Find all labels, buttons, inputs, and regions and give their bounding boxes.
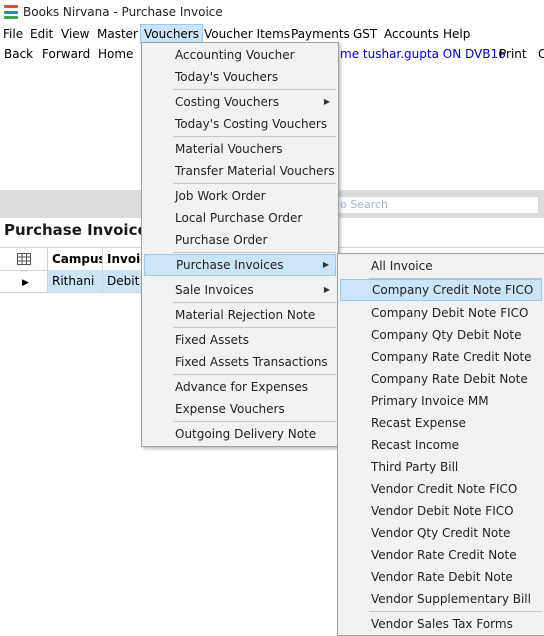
menu-item-material-vouchers[interactable]: Material Vouchers [144, 138, 336, 160]
menu-item-label: Purchase Invoices [176, 258, 284, 272]
cut-button[interactable]: C [538, 44, 544, 64]
menu-item-transfer-material-vouchers[interactable]: Transfer Material Vouchers [144, 160, 336, 182]
menu-separator [173, 302, 336, 303]
menu-item-company-debit-note-fico[interactable]: Company Debit Note FICO [340, 302, 542, 324]
menu-item-third-party-bill[interactable]: Third Party Bill [340, 456, 542, 478]
app-logo-icon [4, 5, 18, 19]
menu-vouchers[interactable]: Vouchers [140, 24, 203, 44]
menu-item-company-credit-note-fico[interactable]: Company Credit Note FICO [340, 279, 542, 301]
row-indicator-icon: ▶ [0, 270, 48, 292]
cell-invoice[interactable]: Debit N [103, 270, 143, 292]
menu-item-vendor-qty-credit-note[interactable]: Vendor Qty Credit Note [340, 522, 542, 544]
home-button[interactable]: Home [98, 44, 133, 64]
submenu-arrow-icon: ▶ [323, 97, 330, 106]
menu-file[interactable]: File [0, 24, 26, 44]
menu-item-advance-for-expenses[interactable]: Advance for Expenses [144, 376, 336, 398]
menu-item-expense-vouchers[interactable]: Expense Vouchers [144, 398, 336, 420]
menu-bar: File Edit View Master Vouchers Voucher I… [0, 24, 544, 44]
welcome-user-link[interactable]: me tushar.gupta ON DVB16 [340, 44, 506, 64]
menu-item-label: Costing Vouchers [175, 95, 280, 109]
column-header-campus[interactable]: Campus [48, 248, 103, 270]
menu-separator [173, 374, 336, 375]
menu-separator [173, 421, 336, 422]
purchase-invoices-submenu: All Invoice Company Credit Note FICO Com… [337, 253, 544, 636]
forward-button[interactable]: Forward [42, 44, 90, 64]
menu-item-costing-vouchers[interactable]: Costing Vouchers ▶ [144, 91, 336, 113]
column-header-invoice[interactable]: Invoic [103, 248, 143, 270]
search-input[interactable]: o Search [337, 196, 539, 214]
menu-item-company-rate-credit-note[interactable]: Company Rate Credit Note [340, 346, 542, 368]
menu-voucher-items[interactable]: Voucher Items [201, 24, 293, 44]
submenu-arrow-icon: ▶ [322, 260, 329, 269]
menu-item-vendor-credit-note-fico[interactable]: Vendor Credit Note FICO [340, 478, 542, 500]
menu-item-recast-income[interactable]: Recast Income [340, 434, 542, 456]
menu-item-fixed-assets[interactable]: Fixed Assets [144, 329, 336, 351]
menu-item-material-rejection-note[interactable]: Material Rejection Note [144, 304, 336, 326]
column-chooser-icon[interactable] [0, 248, 48, 270]
menu-item-vendor-debit-note-fico[interactable]: Vendor Debit Note FICO [340, 500, 542, 522]
page-title: Purchase Invoice [4, 221, 148, 239]
window-title: Books Nirvana - Purchase Invoice [23, 5, 223, 19]
menu-separator [173, 327, 336, 328]
cell-campus[interactable]: Rithani [48, 270, 103, 292]
menu-gst[interactable]: GST [350, 24, 380, 44]
menu-separator [369, 611, 542, 612]
menu-item-recast-expense[interactable]: Recast Expense [340, 412, 542, 434]
vouchers-menu: Accounting Voucher Today's Vouchers Cost… [141, 42, 339, 447]
menu-edit[interactable]: Edit [27, 24, 56, 44]
menu-item-company-rate-debit-note[interactable]: Company Rate Debit Note [340, 368, 542, 390]
menu-accounts[interactable]: Accounts [381, 24, 442, 44]
menu-help[interactable]: Help [440, 24, 473, 44]
search-placeholder: o Search [340, 198, 389, 211]
menu-item-local-purchase-order[interactable]: Local Purchase Order [144, 207, 336, 229]
menu-item-purchase-invoices[interactable]: Purchase Invoices ▶ [144, 254, 336, 276]
menu-separator [173, 252, 336, 253]
back-button[interactable]: Back [4, 44, 33, 64]
menu-separator [173, 89, 336, 90]
menu-item-vendor-sales-tax-forms[interactable]: Vendor Sales Tax Forms [340, 613, 542, 635]
print-button[interactable]: Print [499, 44, 527, 64]
menu-master[interactable]: Master [94, 24, 141, 44]
menu-item-job-work-order[interactable]: Job Work Order [144, 185, 336, 207]
menu-item-company-qty-debit-note[interactable]: Company Qty Debit Note [340, 324, 542, 346]
menu-item-todays-costing-vouchers[interactable]: Today's Costing Vouchers [144, 113, 336, 135]
menu-separator [173, 136, 336, 137]
submenu-arrow-icon: ▶ [323, 285, 330, 294]
menu-item-purchase-order[interactable]: Purchase Order [144, 229, 336, 251]
menu-item-label: Sale Invoices [175, 283, 254, 297]
menu-item-vendor-rate-debit-note[interactable]: Vendor Rate Debit Note [340, 566, 542, 588]
menu-item-all-invoice[interactable]: All Invoice [340, 255, 542, 277]
menu-item-accounting-voucher[interactable]: Accounting Voucher [144, 44, 336, 66]
title-bar: Books Nirvana - Purchase Invoice [0, 0, 544, 24]
menu-item-vendor-rate-credit-note[interactable]: Vendor Rate Credit Note [340, 544, 542, 566]
menu-item-sale-invoices[interactable]: Sale Invoices ▶ [144, 279, 336, 301]
menu-item-outgoing-delivery-note[interactable]: Outgoing Delivery Note [144, 423, 336, 445]
menu-payments[interactable]: Payments [288, 24, 353, 44]
menu-view[interactable]: View [58, 24, 92, 44]
menu-item-primary-invoice-mm[interactable]: Primary Invoice MM [340, 390, 542, 412]
menu-separator [173, 183, 336, 184]
menu-item-vendor-supplementary-bill[interactable]: Vendor Supplementary Bill [340, 588, 542, 610]
menu-item-todays-vouchers[interactable]: Today's Vouchers [144, 66, 336, 88]
menu-item-fixed-assets-transactions[interactable]: Fixed Assets Transactions [144, 351, 336, 373]
